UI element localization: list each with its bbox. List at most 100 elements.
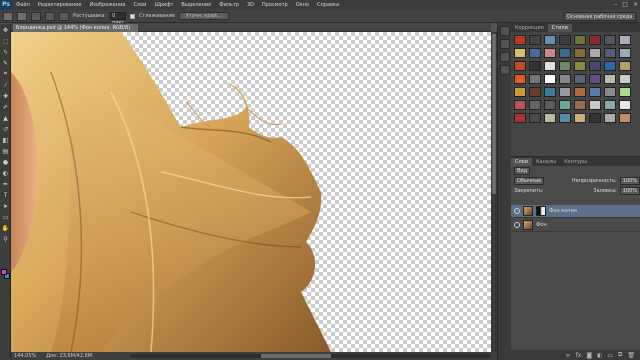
layer-mask-thumbnail[interactable] [536,206,546,216]
document-tab[interactable]: Блондинка.psd @ 144% (Фон копия, RGB/8) [13,24,139,32]
style-swatch[interactable] [619,100,631,110]
eye-icon[interactable] [514,208,520,214]
tab-layers[interactable]: Слои [511,158,532,166]
path-select-tool-icon[interactable]: ➤ [1,201,10,211]
style-swatch[interactable] [589,35,601,45]
style-swatch[interactable] [559,35,571,45]
zoom-tool-icon[interactable]: ⚲ [1,234,10,244]
blend-mode-select[interactable]: Обычные [514,177,545,185]
style-swatch[interactable] [619,35,631,45]
style-swatch[interactable] [544,48,556,58]
style-swatch[interactable] [574,100,586,110]
tab-channels[interactable]: Каналы [532,158,560,166]
style-swatch[interactable] [544,61,556,71]
blur-tool-icon[interactable]: ● [1,157,10,167]
style-swatch[interactable] [529,48,541,58]
menu-view[interactable]: Просмотр [258,2,292,8]
layer-kind-select[interactable]: Вид [514,167,531,175]
menu-type[interactable]: Шрифт [150,2,177,8]
antialias-checkbox[interactable] [130,13,136,19]
add-mask-icon[interactable]: ◙ [586,352,592,359]
style-swatch[interactable] [589,61,601,71]
marquee-tool-icon[interactable]: ⬚ [1,36,10,46]
new-layer-icon[interactable]: ⧉ [618,351,622,359]
stamp-tool-icon[interactable]: ▲ [1,113,10,123]
style-swatch[interactable] [544,35,556,45]
type-tool-icon[interactable]: T [1,190,10,200]
menu-3d[interactable]: 3D [243,2,258,8]
document-canvas[interactable] [11,32,491,352]
style-swatch[interactable] [514,74,526,84]
dodge-tool-icon[interactable]: ◐ [1,168,10,178]
style-swatch[interactable] [514,61,526,71]
refine-edge-button[interactable]: Уточн. край... [178,12,229,20]
style-swatch[interactable] [574,35,586,45]
style-swatch[interactable] [589,113,601,123]
style-swatch[interactable] [589,48,601,58]
style-swatch[interactable] [604,100,616,110]
layer-row[interactable]: Фон копия [511,205,640,218]
history-brush-icon[interactable]: ↺ [1,124,10,134]
style-swatch[interactable] [619,61,631,71]
style-swatch[interactable] [589,87,601,97]
style-swatch[interactable] [604,48,616,58]
style-swatch[interactable] [559,48,571,58]
minimize-icon[interactable]: – [614,1,617,8]
style-swatch[interactable] [604,61,616,71]
style-swatch[interactable] [559,61,571,71]
menu-edit[interactable]: Редактирование [34,2,86,8]
style-swatch[interactable] [604,113,616,123]
horizontal-scrollbar[interactable] [131,354,491,358]
style-swatch[interactable] [559,74,571,84]
style-swatch[interactable] [619,87,631,97]
menu-layers[interactable]: Слои [129,2,150,8]
feather-input[interactable]: 0 пикс. [110,12,127,26]
style-swatch[interactable] [574,113,586,123]
tab-styles[interactable]: Стили [547,24,572,32]
tab-adjustments[interactable]: Коррекция [511,24,548,32]
style-swatch[interactable] [544,74,556,84]
style-swatch[interactable] [619,48,631,58]
style-swatch[interactable] [544,87,556,97]
style-swatch[interactable] [529,87,541,97]
menu-image[interactable]: Изображение [85,2,129,8]
intersect-selection-icon[interactable] [59,11,69,21]
menu-file[interactable]: Файл [12,2,34,8]
style-swatch[interactable] [574,74,586,84]
eye-icon[interactable] [514,222,520,228]
hand-tool-icon[interactable]: ✋ [1,223,10,233]
menu-help[interactable]: Справка [313,2,343,8]
menu-select[interactable]: Выделение [177,2,215,8]
style-swatch[interactable] [604,74,616,84]
gradient-tool-icon[interactable]: ▤ [1,146,10,156]
style-swatch[interactable] [559,87,571,97]
vertical-scroll-thumb[interactable] [492,34,496,194]
style-swatch[interactable] [619,113,631,123]
link-layers-icon[interactable]: ∞ [566,352,571,359]
adjustment-layer-icon[interactable]: ◐ [597,352,602,359]
new-group-icon[interactable]: ▭ [607,352,613,359]
style-swatch[interactable] [559,113,571,123]
style-swatch[interactable] [529,35,541,45]
subtract-selection-icon[interactable] [45,11,55,21]
foreground-color-swatch[interactable] [1,269,7,275]
crop-tool-icon[interactable]: ⌗ [1,69,10,79]
style-swatch[interactable] [514,113,526,123]
add-to-selection-icon[interactable] [31,11,41,21]
fx-icon[interactable]: fx [576,352,582,359]
layer-name[interactable]: Фон [536,222,547,228]
healing-tool-icon[interactable]: ✚ [1,91,10,101]
style-swatch[interactable] [514,48,526,58]
new-selection-icon[interactable] [17,11,27,21]
pen-tool-icon[interactable]: ✒ [1,179,10,189]
style-swatch[interactable] [589,100,601,110]
style-swatch[interactable] [514,100,526,110]
workspace-select[interactable]: Основная рабочая среда [564,12,636,21]
style-swatch[interactable] [589,74,601,84]
style-swatch[interactable] [574,61,586,71]
eraser-tool-icon[interactable]: ◧ [1,135,10,145]
horizontal-scroll-thumb[interactable] [261,354,331,358]
menu-filter[interactable]: Фильтр [215,2,243,8]
brush-panel-icon[interactable] [500,52,510,62]
fill-input[interactable]: 100% [619,187,640,195]
